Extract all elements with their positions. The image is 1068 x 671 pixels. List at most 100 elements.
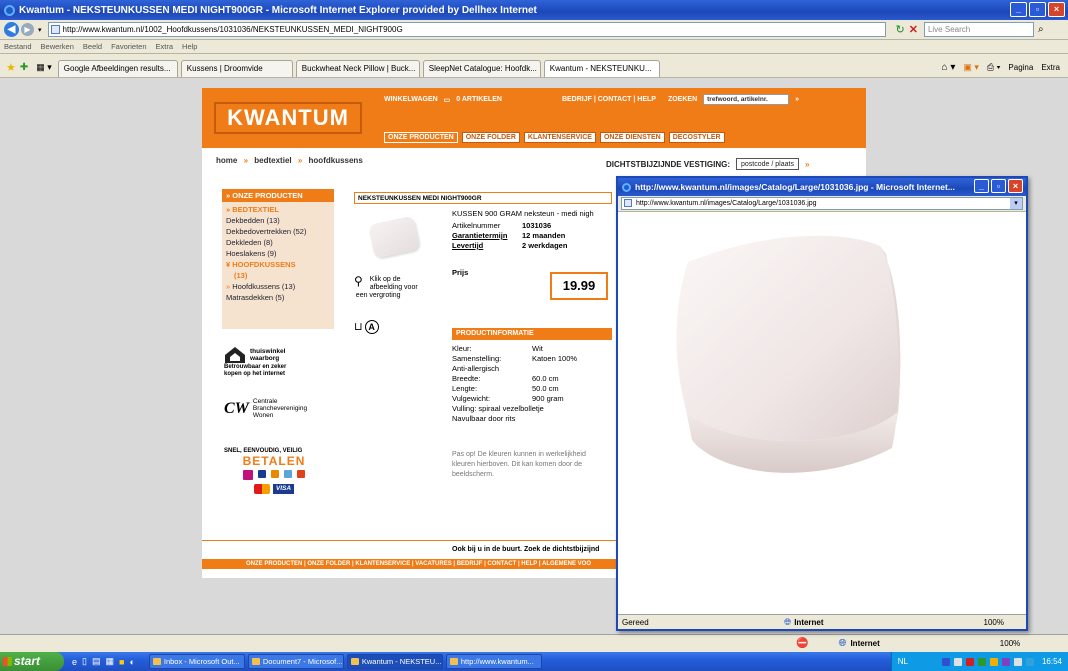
back-button[interactable]: ◀ <box>4 22 19 37</box>
field-key-link[interactable]: Garantietermijn <box>452 231 522 241</box>
popup-title-bar[interactable]: http://www.kwantum.nl/images/Catalog/Lar… <box>618 178 1026 196</box>
clock[interactable]: 16:54 <box>1042 652 1062 671</box>
live-search-input[interactable]: Live Search <box>923 22 1034 37</box>
tray-icon[interactable] <box>1013 657 1022 666</box>
task-kwantum[interactable]: Kwantum - NEKSTEU... <box>346 654 443 669</box>
tray-icon[interactable] <box>1025 657 1034 666</box>
breadcrumb-hoofdkussens[interactable]: hoofdkussens <box>309 156 363 165</box>
sidebar-item-hoeslakens[interactable]: Hoeslakens (9) <box>226 248 330 259</box>
nav-onze-folder[interactable]: ONZE FOLDER <box>461 132 520 143</box>
sidebar-item-dekbedden[interactable]: Dekbedden (13) <box>226 215 330 226</box>
search-go-icon[interactable]: » <box>795 96 799 103</box>
main-title-bar[interactable]: Kwantum - NEKSTEUNKUSSEN MEDI NIGHT900GR… <box>0 0 1068 20</box>
field-levertijd: Levertijd 2 werkdagen <box>452 241 612 251</box>
sidebar-item-dekbedovertrekken[interactable]: Dekbedovertrekken (52) <box>226 226 330 237</box>
info-key: Samenstelling: <box>452 354 502 363</box>
feeds-icon[interactable]: ▣ ▾ <box>963 62 979 73</box>
home-icon[interactable]: ⌂ ▾ <box>942 62 956 73</box>
popup-address-dropdown-icon[interactable]: ▾ <box>1010 198 1022 209</box>
main-status-bar: ⛔ 🌐︎ Internet 100% <box>0 634 1068 652</box>
pillow-thumbnail <box>367 215 421 259</box>
menu-bewerken[interactable]: Bewerken <box>41 42 74 51</box>
tab-kwantum[interactable]: Kwantum - NEKSTEUNKU... <box>543 60 660 77</box>
menu-bestand[interactable]: Bestand <box>4 42 32 51</box>
maximize-button[interactable]: ▫ <box>1029 2 1046 17</box>
minimize-button[interactable]: _ <box>1010 2 1027 17</box>
task-word[interactable]: Document7 - Microsof... <box>247 654 344 669</box>
tab-google-images[interactable]: Google Afbeeldingen results... <box>57 60 178 77</box>
tab-sleepnet[interactable]: SleepNet Catalogue: Hoofdk... <box>422 60 541 77</box>
tray-icon[interactable] <box>1001 657 1010 666</box>
sidebar-item-matrasdekken[interactable]: Matrasdekken (5) <box>226 292 330 303</box>
sidebar-item-dekkleden[interactable]: Dekkleden (8) <box>226 237 330 248</box>
menu-help[interactable]: Help <box>182 42 197 51</box>
zoom-hint[interactable]: ⚲ Klik op de afbeelding voor een vergrot… <box>354 275 418 300</box>
main-zoom[interactable]: 100% <box>1000 639 1020 648</box>
postcode-go-icon[interactable]: » <box>805 160 809 169</box>
thuiswinkel-badge[interactable]: thuiswinkel waarborg Betrouwbaar en zeke… <box>224 346 324 378</box>
info-key: Vulling: spiraal vezelbolletje <box>452 404 544 413</box>
quicklaunch-ie-icon[interactable]: e <box>72 657 77 667</box>
company-links[interactable]: BEDRIJF | CONTACT | HELP <box>562 96 656 103</box>
cbw-badge[interactable]: CW Centrale Branchevereniging Wonen <box>224 398 324 419</box>
favorites-star-icon[interactable]: ★ <box>6 61 16 74</box>
refresh-button[interactable]: ↻ <box>896 23 905 36</box>
address-input[interactable]: http://www.kwantum.nl/1002_Hoofdkussens/… <box>47 22 886 37</box>
sidebar-subcategory[interactable]: ¥ HOOFDKUSSENS <box>226 259 330 270</box>
extra-menu[interactable]: Extra <box>1041 63 1060 72</box>
forward-button[interactable]: ▶ <box>21 23 34 36</box>
menu-beeld[interactable]: Beeld <box>83 42 102 51</box>
popup-address-input[interactable]: http://www.kwantum.nl/images/Catalog/Lar… <box>621 197 1023 210</box>
popup-blocker-icon[interactable]: ⛔ <box>796 638 808 649</box>
print-icon[interactable]: ⎙ ▾ <box>987 62 1000 73</box>
language-indicator[interactable]: NL <box>898 652 908 671</box>
sidebar-item-hoofdkussens[interactable]: » Hoofdkussens (13) <box>226 281 330 292</box>
quicklaunch-icon[interactable]: ▤ <box>92 656 101 667</box>
breadcrumb-home[interactable]: home <box>216 156 237 165</box>
nav-onze-producten[interactable]: ONZE PRODUCTEN <box>384 132 458 143</box>
tray-icon[interactable] <box>989 657 998 666</box>
tray-icon[interactable] <box>941 657 950 666</box>
dropdown-icon[interactable]: ▾ <box>38 26 42 34</box>
tray-icon[interactable] <box>953 657 962 666</box>
quicklaunch-icon[interactable]: ▯ <box>82 656 87 667</box>
chipknip-icon <box>284 470 292 478</box>
tab-kussens[interactable]: Kussens | Droomvide <box>180 60 293 77</box>
cart-link[interactable]: WINKELWAGEN <box>384 96 438 103</box>
quicklaunch-icon[interactable]: ▦ <box>105 656 114 667</box>
footer-links[interactable]: ONZE PRODUCTEN | ONZE FOLDER | KLANTENSE… <box>246 560 620 568</box>
sidebar-header-text: ONZE PRODUCTEN <box>232 191 303 200</box>
tab-buckwheat[interactable]: Buckwheat Neck Pillow | Buck... <box>295 60 420 77</box>
popup-close-button[interactable]: × <box>1008 179 1023 193</box>
stop-button[interactable]: ✕ <box>909 23 918 36</box>
breadcrumb-bedtextiel[interactable]: bedtextiel <box>254 156 291 165</box>
close-button[interactable]: × <box>1048 2 1065 17</box>
nav-klantenservice[interactable]: KLANTENSERVICE <box>523 132 596 143</box>
search-icon[interactable]: ⌕ <box>1038 24 1044 35</box>
quicklaunch-icon[interactable]: ■ <box>119 657 124 667</box>
task-popup[interactable]: http://www.kwantum... <box>445 654 542 669</box>
start-button[interactable]: start <box>0 652 64 671</box>
quick-tabs-icon[interactable]: ▦ ▾ <box>36 62 52 73</box>
product-image-thumb[interactable] <box>367 210 421 264</box>
tray-icon[interactable] <box>965 657 974 666</box>
postcode-input[interactable]: postcode / plaats <box>736 158 799 170</box>
menu-favorieten[interactable]: Favorieten <box>111 42 146 51</box>
zoom-hint-1: Klik op de <box>369 276 401 283</box>
site-search-input[interactable]: trefwoord, artikelnr. <box>703 94 790 105</box>
page-menu[interactable]: Pagina <box>1008 63 1033 72</box>
info-row: Lengte: 50.0 cm <box>452 384 612 394</box>
nav-decostyler[interactable]: DECOSTYLER <box>668 132 725 143</box>
nav-onze-diensten[interactable]: ONZE DIENSTEN <box>599 132 665 143</box>
field-key-link[interactable]: Levertijd <box>452 241 522 251</box>
add-favorite-icon[interactable]: ✚ <box>20 62 28 73</box>
popup-minimize-button[interactable]: _ <box>974 179 989 193</box>
quicklaunch-icon[interactable]: ◐ <box>129 657 134 667</box>
popup-maximize-button[interactable]: ▫ <box>991 179 1006 193</box>
sidebar-category[interactable]: » BEDTEXTIEL <box>226 204 330 215</box>
menu-extra[interactable]: Extra <box>156 42 174 51</box>
task-outlook[interactable]: Inbox - Microsoft Out... <box>148 654 245 669</box>
tray-icon[interactable] <box>977 657 986 666</box>
cart-items[interactable]: 0 ARTIKELEN <box>456 96 502 103</box>
popup-zoom[interactable]: 100% <box>984 618 1004 627</box>
